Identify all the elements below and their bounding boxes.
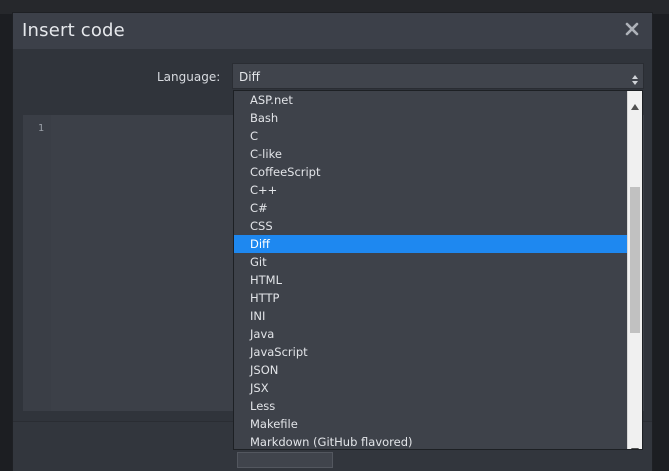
dialog-title: Insert code — [22, 20, 125, 41]
language-option[interactable]: Makefile — [234, 415, 627, 433]
language-option[interactable]: HTML — [234, 271, 627, 289]
line-number: 1 — [38, 123, 45, 134]
language-option[interactable]: Java — [234, 325, 627, 343]
language-select[interactable]: Diff — [232, 63, 644, 89]
language-option[interactable]: CSS — [234, 217, 627, 235]
language-option[interactable]: C++ — [234, 181, 627, 199]
language-option[interactable]: ASP.net — [234, 91, 627, 109]
language-select-value: Diff — [239, 70, 260, 84]
language-option[interactable]: CoffeeScript — [234, 163, 627, 181]
scroll-down-icon[interactable] — [631, 439, 639, 449]
language-option[interactable]: JSON — [234, 361, 627, 379]
code-gutter: 1 — [23, 115, 51, 411]
language-option[interactable]: JavaScript — [234, 343, 627, 361]
language-option[interactable]: C-like — [234, 145, 627, 163]
dropdown-scrollbar[interactable] — [627, 91, 642, 449]
dialog-header: Insert code — [13, 13, 652, 49]
language-option[interactable]: Markdown (GitHub flavored) — [234, 433, 627, 449]
language-option[interactable]: C# — [234, 199, 627, 217]
select-arrows-icon — [631, 71, 639, 85]
language-option[interactable]: Git — [234, 253, 627, 271]
footer-button[interactable] — [237, 452, 333, 468]
language-option[interactable]: JSX — [234, 379, 627, 397]
scroll-thumb[interactable] — [630, 187, 640, 333]
language-option[interactable]: Less — [234, 397, 627, 415]
language-options-list: ASP.net Bash C C-like CoffeeScript C++ C# CSS Di… — [234, 91, 627, 449]
language-option[interactable]: Diff — [234, 235, 627, 253]
close-icon[interactable] — [624, 21, 640, 37]
language-option[interactable]: C — [234, 127, 627, 145]
scroll-up-icon[interactable] — [631, 95, 639, 110]
language-option[interactable]: INI — [234, 307, 627, 325]
language-label: Language: — [157, 70, 221, 84]
language-option[interactable]: HTTP — [234, 289, 627, 307]
language-option[interactable]: Bash — [234, 109, 627, 127]
language-dropdown: ASP.net Bash C C-like CoffeeScript C++ C# CSS Di… — [233, 90, 643, 450]
